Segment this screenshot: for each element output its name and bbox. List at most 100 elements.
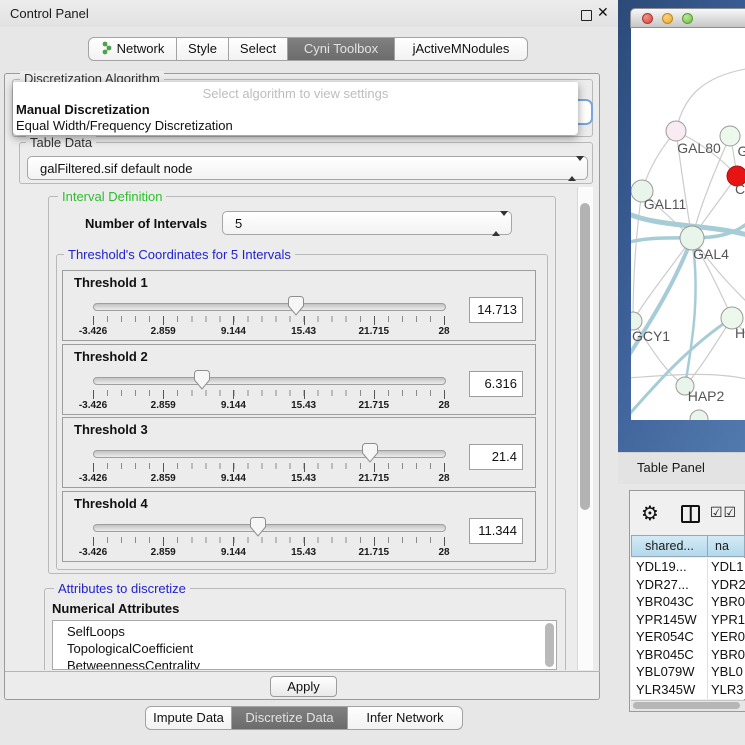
column-header-name[interactable]: na — [707, 535, 745, 557]
threshold-slider-track[interactable] — [93, 450, 446, 458]
table-body: YDL19...YDL1YDR27... YDR2YBR043CYBR0YPR14… — [631, 558, 745, 699]
tab-label: Style — [188, 41, 217, 56]
panel-scrollbar-thumb[interactable] — [580, 203, 590, 510]
cell-shared-name: YDR27... — [636, 577, 705, 592]
node-label-gcy1: GCY1 — [632, 328, 670, 344]
slider-major-tick — [233, 390, 234, 399]
slider-tick-label: 2.859 — [151, 473, 176, 484]
tab-impute-data[interactable]: Impute Data — [145, 706, 232, 730]
tab-label: Infer Network — [366, 710, 443, 725]
node-label-h: H — [735, 325, 745, 341]
threshold-panel-2: Threshold 2-3.4262.8599.14415.4321.71528… — [62, 344, 536, 415]
table-row[interactable]: YBR045CYBR0 — [631, 646, 745, 664]
slider-major-tick — [304, 316, 305, 325]
cell-shared-name: YBR043C — [636, 594, 705, 609]
slider-major-tick — [93, 316, 94, 325]
column-header-shared[interactable]: shared... — [631, 535, 708, 557]
close-window-icon[interactable] — [642, 13, 653, 24]
tab-cyni-toolbox[interactable]: Cyni Toolbox — [288, 37, 395, 61]
threshold-panel-1: Threshold 1-3.4262.8599.14415.4321.71528… — [62, 270, 536, 341]
slider-major-tick — [163, 463, 164, 472]
tab-discretize-data[interactable]: Discretize Data — [232, 706, 348, 730]
slider-major-tick — [374, 390, 375, 399]
close-panel-icon[interactable]: ✕ — [597, 4, 609, 21]
table-row[interactable]: YIL052CYIL0 — [631, 698, 745, 699]
tab-label: Impute Data — [153, 710, 224, 725]
table-row[interactable]: YBR043CYBR0 — [631, 593, 745, 611]
threshold-value-field[interactable]: 6.316 — [469, 371, 523, 397]
algorithm-option-equal-width-frequency-discretization[interactable]: Equal Width/Frequency Discretization — [16, 118, 233, 133]
threshold-slider-thumb[interactable] — [250, 517, 266, 537]
table-panel-title: Table Panel — [637, 460, 705, 475]
threshold-slider-thumb[interactable] — [362, 443, 378, 463]
threshold-slider-thumb[interactable] — [194, 370, 210, 390]
cell-shared-name: YBR045C — [636, 647, 705, 662]
table-row[interactable]: YBL079WYBL0 — [631, 663, 745, 681]
tab-jactivemnodules[interactable]: jActiveMNodules — [395, 37, 528, 61]
threshold-slider-track[interactable] — [93, 524, 446, 532]
threshold-slider-track[interactable] — [93, 303, 446, 311]
slider-minor-ticks — [93, 537, 445, 543]
table-hscrollbar-thumb[interactable] — [633, 702, 740, 709]
numerical-attributes-list[interactable]: SelfLoopsTopologicalCoefficientBetweenne… — [52, 620, 557, 670]
threshold-value-field[interactable]: 14.713 — [469, 297, 523, 323]
column-divider — [707, 558, 708, 699]
network-node[interactable] — [666, 121, 686, 141]
threshold-label: Threshold 1 — [74, 275, 148, 290]
slider-major-tick — [163, 390, 164, 399]
slider-tick-label: 15.43 — [291, 326, 316, 337]
slider-major-tick — [93, 537, 94, 546]
attribute-item-selfloops[interactable]: SelfLoops — [53, 623, 556, 640]
gear-icon[interactable]: ⚙ — [641, 501, 659, 526]
threshold-panel-3: Threshold 3-3.4262.8599.14415.4321.71528… — [62, 417, 536, 488]
threshold-value-field[interactable]: 21.4 — [469, 444, 523, 470]
threshold-value-field[interactable]: 11.344 — [469, 518, 523, 544]
threshold-label: Threshold 2 — [74, 349, 148, 364]
slider-tick-label: 21.715 — [359, 473, 390, 484]
cell-name: YDR2 — [711, 577, 745, 592]
slider-major-tick — [304, 390, 305, 399]
table-row[interactable]: YDL19...YDL1 — [631, 558, 745, 576]
split-columns-icon[interactable] — [681, 505, 700, 523]
minimize-window-icon[interactable] — [662, 13, 673, 24]
attribute-item-topologicalcoefficient[interactable]: TopologicalCoefficient — [53, 640, 556, 657]
slider-major-tick — [163, 537, 164, 546]
attribute-item-betweennesscentrality[interactable]: BetweennessCentrality — [53, 657, 556, 670]
apply-button[interactable]: Apply — [270, 676, 337, 697]
slider-major-tick — [374, 463, 375, 472]
network-node[interactable] — [690, 410, 708, 420]
table-row[interactable]: YLR345WYLR3 — [631, 681, 745, 699]
panel-title: Control Panel — [10, 6, 89, 21]
tab-network[interactable]: Network — [88, 37, 177, 61]
threshold-slider-track[interactable] — [93, 377, 446, 385]
network-icon — [101, 41, 113, 55]
threshold-label: Threshold 3 — [74, 422, 148, 437]
tab-infer-network[interactable]: Infer Network — [348, 706, 463, 730]
combo-arrows-icon — [568, 161, 577, 176]
algorithm-option-manual-discretization[interactable]: Manual Discretization — [16, 102, 150, 117]
table-row[interactable]: YDR27... YDR2 — [631, 576, 745, 594]
slider-major-tick — [233, 463, 234, 472]
table-row[interactable]: YPR145WYPR1 — [631, 611, 745, 629]
slider-tick-label: -3.426 — [79, 473, 107, 484]
threshold-slider-thumb[interactable] — [288, 296, 304, 316]
slider-tick-label: 21.715 — [359, 400, 390, 411]
checkbox-icon[interactable]: ☑☑ — [710, 504, 737, 521]
network-canvas[interactable]: GAL80GCGAL11GAL4GCY1HHAP2 — [631, 28, 745, 420]
float-window-icon[interactable] — [581, 10, 592, 21]
slider-tick-label: 9.144 — [221, 547, 246, 558]
slider-minor-ticks — [93, 390, 445, 396]
tab-select[interactable]: Select — [229, 37, 288, 61]
table-data-combobox[interactable]: galFiltered.sif default node — [27, 156, 588, 180]
list-scrollbar-thumb[interactable] — [545, 623, 554, 667]
cell-shared-name: YPR145W — [636, 612, 705, 627]
number-of-intervals-combobox[interactable]: 5 — [222, 211, 512, 235]
table-row[interactable]: YER054CYER0 — [631, 628, 745, 646]
zoom-window-icon[interactable] — [682, 13, 693, 24]
tab-style[interactable]: Style — [177, 37, 229, 61]
cytoscape-window: Control Panel ✕ Network Style Select Cyni T… — [0, 0, 745, 745]
slider-major-tick — [233, 316, 234, 325]
viewport-separator — [5, 671, 600, 672]
slider-major-tick — [304, 537, 305, 546]
tab-label: Select — [240, 41, 276, 56]
